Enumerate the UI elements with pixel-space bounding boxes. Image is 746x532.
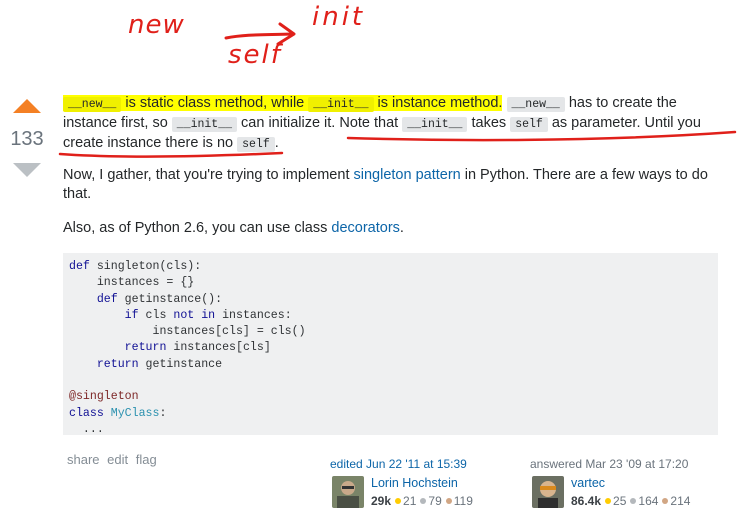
annotation-new: new bbox=[128, 10, 185, 40]
editor-reputation: 29k 21 79 119 bbox=[371, 494, 473, 508]
edit-link[interactable]: edit bbox=[107, 452, 128, 467]
editor-signature: edited Jun 22 '11 at 15:39 Lorin Hochste… bbox=[330, 457, 473, 510]
author-name-link[interactable]: vartec bbox=[571, 476, 605, 490]
reputation-score: 29k bbox=[371, 494, 392, 508]
singleton-pattern-link[interactable]: singleton pattern bbox=[354, 167, 461, 183]
silver-badge-icon bbox=[630, 498, 637, 505]
highlight-init: __init__ is instance method. bbox=[308, 95, 503, 112]
gold-badge-icon bbox=[605, 498, 612, 505]
editor-name-link[interactable]: Lorin Hochstein bbox=[371, 476, 458, 490]
vote-score: 133 bbox=[10, 128, 44, 150]
highlight-new: __new__ is static class method, while bbox=[63, 95, 309, 112]
share-link[interactable]: share bbox=[67, 452, 100, 467]
code-block[interactable]: def singleton(cls): instances = {} def g… bbox=[63, 253, 718, 435]
answer-paragraph-3: Also, as of Python 2.6, you can use clas… bbox=[63, 220, 404, 236]
answer-paragraph-1: __new__ is static class method, while __… bbox=[63, 95, 701, 152]
downvote-arrow-icon[interactable] bbox=[13, 163, 41, 177]
gold-badge-icon bbox=[395, 498, 402, 505]
author-signature: answered Mar 23 '09 at 17:20 vartec 86.4… bbox=[530, 457, 691, 510]
bronze-badge-icon bbox=[662, 498, 669, 505]
author-reputation: 86.4k 25 164 214 bbox=[571, 494, 691, 508]
reputation-score: 86.4k bbox=[571, 494, 602, 508]
inline-code: __new__ bbox=[506, 97, 565, 112]
annotation-underline-bottom bbox=[58, 151, 284, 158]
inline-code: __init__ bbox=[308, 97, 374, 112]
author-avatar[interactable] bbox=[532, 476, 564, 508]
bronze-badge-icon bbox=[445, 498, 452, 505]
post-menu: share edit flag bbox=[67, 452, 161, 467]
annotation-init: init bbox=[312, 2, 366, 32]
inline-code: __new__ bbox=[63, 97, 122, 112]
inline-code: __init__ bbox=[171, 117, 238, 132]
silver-badge-icon bbox=[420, 498, 427, 505]
edited-timestamp[interactable]: edited Jun 22 '11 at 15:39 bbox=[330, 457, 467, 471]
editor-avatar[interactable] bbox=[332, 476, 364, 508]
annotation-underline-top bbox=[346, 130, 737, 142]
flag-link[interactable]: flag bbox=[136, 452, 157, 467]
annotation-self: self bbox=[228, 40, 282, 70]
upvote-arrow-icon[interactable] bbox=[13, 99, 41, 113]
answer-paragraph-2: Now, I gather, that you're trying to imp… bbox=[63, 167, 708, 202]
decorators-link[interactable]: decorators bbox=[331, 220, 400, 236]
answered-timestamp[interactable]: answered Mar 23 '09 at 17:20 bbox=[530, 457, 688, 471]
